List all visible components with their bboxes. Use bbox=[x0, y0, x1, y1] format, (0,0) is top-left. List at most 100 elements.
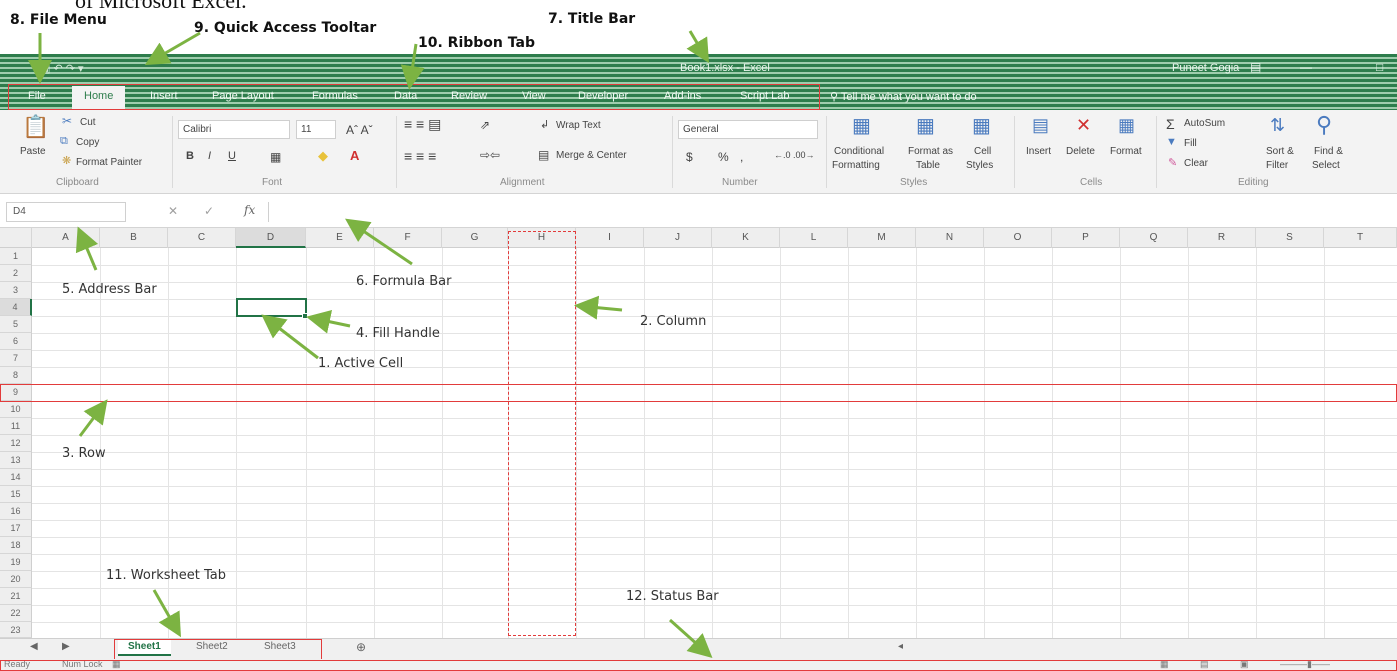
sort-filter-label-1[interactable]: Sort & bbox=[1266, 146, 1294, 157]
quick-access-toolbar[interactable]: ▣ ↶ ↷ ▾ bbox=[40, 62, 84, 75]
select-all-corner[interactable] bbox=[0, 228, 32, 248]
column-header[interactable]: N bbox=[916, 228, 984, 248]
number-format-select[interactable]: General bbox=[678, 120, 818, 139]
sort-filter-icon[interactable]: ⇅ bbox=[1270, 116, 1285, 134]
format-painter-button[interactable]: Format Painter bbox=[76, 157, 142, 168]
user-name[interactable]: Puneet Gogia bbox=[1172, 62, 1239, 74]
add-sheet-icon[interactable]: ⊕ bbox=[356, 640, 366, 654]
sort-filter-label-2[interactable]: Filter bbox=[1266, 160, 1288, 171]
column-header[interactable]: T bbox=[1324, 228, 1397, 248]
column-header[interactable]: K bbox=[712, 228, 780, 248]
orientation-icon[interactable]: ⇗ bbox=[480, 118, 490, 132]
row-header[interactable]: 6 bbox=[0, 333, 32, 350]
borders-icon[interactable]: ▦ bbox=[270, 150, 281, 164]
indent-icon[interactable]: ⇨⇦ bbox=[480, 148, 500, 162]
row-header[interactable]: 21 bbox=[0, 588, 32, 605]
row-header[interactable]: 1 bbox=[0, 248, 32, 265]
active-cell[interactable] bbox=[236, 298, 307, 317]
column-header[interactable]: F bbox=[374, 228, 442, 248]
row-header[interactable]: 2 bbox=[0, 265, 32, 282]
insert-button[interactable]: Insert bbox=[1026, 146, 1051, 157]
conditional-formatting-icon[interactable]: ▦ bbox=[852, 116, 871, 136]
align-left-icon[interactable]: ≡ ≡ ≡ bbox=[404, 148, 436, 164]
conditional-label[interactable]: Conditional bbox=[834, 146, 884, 157]
row-header[interactable]: 18 bbox=[0, 537, 32, 554]
column-header[interactable]: Q bbox=[1120, 228, 1188, 248]
styles-label[interactable]: Styles bbox=[966, 160, 993, 171]
cancel-icon[interactable]: ✕ bbox=[168, 204, 178, 218]
wrap-text-button[interactable]: Wrap Text bbox=[556, 120, 601, 131]
grow-font-icon[interactable]: Aˆ Aˇ bbox=[346, 123, 373, 137]
row-header[interactable]: 23 bbox=[0, 622, 32, 638]
column-header[interactable]: R bbox=[1188, 228, 1256, 248]
column-header[interactable]: C bbox=[168, 228, 236, 248]
fill-handle[interactable] bbox=[302, 313, 308, 319]
align-top-icon[interactable]: ≡ ≡ ▤ bbox=[404, 116, 441, 133]
column-header[interactable]: S bbox=[1256, 228, 1324, 248]
delete-button[interactable]: Delete bbox=[1066, 146, 1095, 157]
row-header[interactable]: 13 bbox=[0, 452, 32, 469]
insert-function-icon[interactable]: fx bbox=[244, 203, 255, 217]
fill-button[interactable]: Fill bbox=[1184, 138, 1197, 149]
currency-button[interactable]: $ bbox=[686, 150, 693, 164]
find-select-icon[interactable]: ⚲ bbox=[1316, 114, 1332, 136]
find-select-label-2[interactable]: Select bbox=[1312, 160, 1340, 171]
column-header[interactable]: B bbox=[100, 228, 168, 248]
row-header[interactable]: 12 bbox=[0, 435, 32, 452]
row-header[interactable]: 17 bbox=[0, 520, 32, 537]
formula-input[interactable] bbox=[268, 202, 1392, 222]
table-label[interactable]: Table bbox=[916, 160, 940, 171]
format-as-table-icon[interactable]: ▦ bbox=[916, 116, 935, 136]
paste-button[interactable]: Paste bbox=[20, 146, 46, 157]
minimize-icon[interactable]: — bbox=[1300, 60, 1312, 74]
insert-cells-icon[interactable]: ▤ bbox=[1032, 116, 1049, 134]
column-header[interactable]: A bbox=[32, 228, 100, 248]
clear-button[interactable]: Clear bbox=[1184, 158, 1208, 169]
row-header[interactable]: 20 bbox=[0, 571, 32, 588]
bold-button[interactable]: B bbox=[186, 150, 194, 162]
row-header[interactable]: 14 bbox=[0, 469, 32, 486]
font-color-icon[interactable]: A bbox=[350, 148, 359, 163]
row-header[interactable]: 15 bbox=[0, 486, 32, 503]
row-header[interactable]: 11 bbox=[0, 418, 32, 435]
format-button[interactable]: Format bbox=[1110, 146, 1142, 157]
autosum-button[interactable]: AutoSum bbox=[1184, 118, 1225, 129]
row-header[interactable]: 4 bbox=[0, 299, 32, 316]
scroll-left-icon[interactable]: ◂ bbox=[898, 641, 903, 652]
percent-button[interactable]: % bbox=[718, 150, 729, 164]
underline-button[interactable]: U bbox=[228, 150, 236, 162]
format-as-label[interactable]: Format as bbox=[908, 146, 953, 157]
prev-sheet-icon[interactable]: ◀ bbox=[30, 641, 38, 652]
comma-button[interactable]: , bbox=[740, 150, 743, 164]
row-header[interactable]: 3 bbox=[0, 282, 32, 299]
formatting-label[interactable]: Formatting bbox=[832, 160, 880, 171]
column-header[interactable]: O bbox=[984, 228, 1052, 248]
row-header[interactable]: 7 bbox=[0, 350, 32, 367]
column-header[interactable]: D bbox=[236, 228, 306, 248]
column-header[interactable]: P bbox=[1052, 228, 1120, 248]
row-header[interactable]: 16 bbox=[0, 503, 32, 520]
delete-cells-icon[interactable]: ✕ bbox=[1076, 116, 1091, 134]
italic-button[interactable]: I bbox=[208, 150, 211, 162]
cell-label[interactable]: Cell bbox=[974, 146, 991, 157]
decimal-icon[interactable]: ←.0 .00→ bbox=[774, 150, 815, 160]
copy-button[interactable]: Copy bbox=[76, 137, 99, 148]
column-header[interactable]: J bbox=[644, 228, 712, 248]
restore-icon[interactable]: □ bbox=[1376, 60, 1383, 74]
column-header[interactable]: L bbox=[780, 228, 848, 248]
font-size-select[interactable]: 11 bbox=[296, 120, 336, 139]
column-header[interactable]: E bbox=[306, 228, 374, 248]
format-cells-icon[interactable]: ▦ bbox=[1118, 116, 1135, 134]
name-box[interactable]: D4 bbox=[6, 202, 126, 222]
row-header[interactable]: 22 bbox=[0, 605, 32, 622]
row-header[interactable]: 5 bbox=[0, 316, 32, 333]
worksheet-grid[interactable]: A B C D E F G H I J K L M N O P Q R S T … bbox=[0, 228, 1397, 638]
paste-icon[interactable]: 📋 bbox=[22, 116, 49, 138]
row-header[interactable]: 19 bbox=[0, 554, 32, 571]
font-name-select[interactable]: Calibri bbox=[178, 120, 290, 139]
column-header[interactable]: G bbox=[442, 228, 508, 248]
row-header[interactable]: 8 bbox=[0, 367, 32, 384]
enter-icon[interactable]: ✓ bbox=[204, 204, 214, 218]
find-select-label-1[interactable]: Find & bbox=[1314, 146, 1343, 157]
column-header[interactable]: I bbox=[576, 228, 644, 248]
